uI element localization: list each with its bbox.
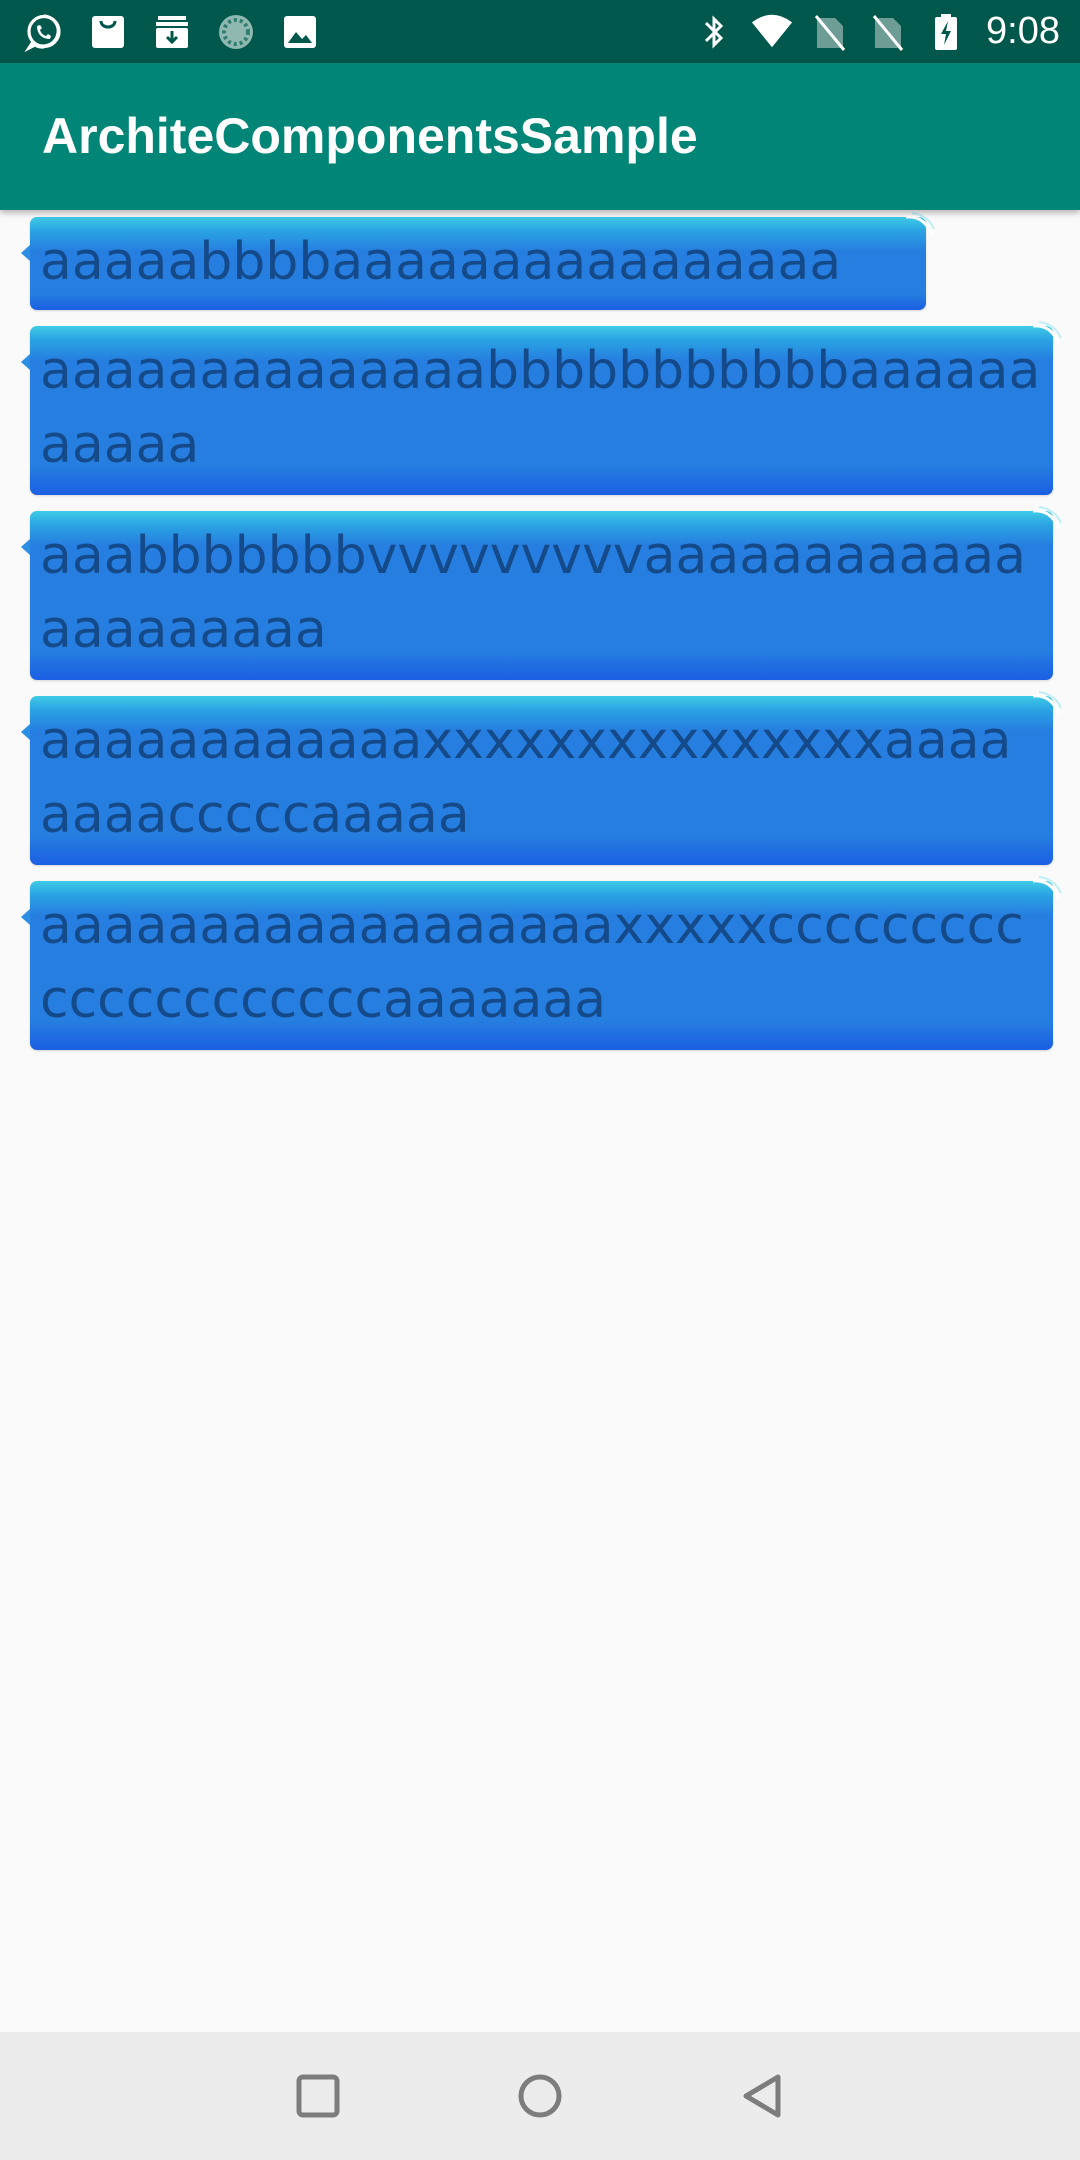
bubble-corner-curl — [1032, 321, 1062, 345]
no-sim-icon — [808, 10, 852, 54]
bluetooth-icon — [692, 10, 736, 54]
circle-icon — [518, 2074, 562, 2118]
image-icon — [278, 10, 322, 54]
message-text: aaabbbbbbbvvvvvvvvvaaaaaaaaaaaaaaaaaaaaa — [40, 526, 1026, 660]
shopping-bag-icon — [86, 10, 130, 54]
message-list[interactable]: aaaaabbbbaaaaaaaaaaaaaaaa aaaaaaaaaaaaaa… — [0, 210, 1080, 2032]
status-bar: 9:08 — [0, 0, 1080, 63]
battery-charging-icon — [924, 10, 968, 54]
message-bubble[interactable]: aaaaaaaaaaaaxxxxxxxxxxxxxxxaaaaaaaaccccc… — [21, 691, 1062, 865]
bubble-tail — [21, 909, 30, 925]
system-status-icons: 9:08 — [692, 0, 1060, 63]
bubble-corner-curl — [1032, 876, 1062, 900]
message-bubble[interactable]: aaabbbbbbbvvvvvvvvvaaaaaaaaaaaaaaaaaaaaa — [21, 506, 1062, 680]
whatsapp-icon — [22, 10, 66, 54]
message-text: aaaaaaaaaaaaaabbbbbbbbbbbaaaaaaaaaaa — [40, 341, 1041, 475]
message-text: aaaaaaaaaaaaaaaaaaxxxxxccccccccccccccccc… — [40, 896, 1024, 1030]
bubble-tail — [21, 245, 30, 261]
notification-icons — [22, 0, 322, 63]
bubble-tail — [21, 539, 30, 555]
home-button[interactable] — [510, 2066, 570, 2126]
message-bubble[interactable]: aaaaaaaaaaaaaaaaaaxxxxxccccccccccccccccc… — [21, 876, 1062, 1050]
bubble-corner-curl — [905, 212, 935, 236]
message-bubble[interactable]: aaaaabbbbaaaaaaaaaaaaaaaa — [21, 212, 935, 310]
loading-circle-icon — [214, 10, 258, 54]
bubble-tail — [21, 354, 30, 370]
square-icon — [296, 2074, 340, 2118]
navigation-bar — [0, 2032, 1080, 2160]
back-button[interactable] — [732, 2066, 792, 2126]
app-bar: ArchiteComponentsSample — [0, 63, 1080, 210]
recents-button[interactable] — [288, 2066, 348, 2126]
clock: 9:08 — [986, 10, 1060, 52]
wifi-icon — [750, 10, 794, 54]
bubble-corner-curl — [1032, 506, 1062, 530]
bubble-corner-curl — [1032, 691, 1062, 715]
page-title: ArchiteComponentsSample — [42, 108, 698, 164]
message-bubble[interactable]: aaaaaaaaaaaaaabbbbbbbbbbbaaaaaaaaaaa — [21, 321, 1062, 495]
triangle-back-icon — [743, 2074, 781, 2118]
message-text: aaaaabbbbaaaaaaaaaaaaaaaa — [40, 232, 842, 292]
bubble-tail — [21, 724, 30, 740]
archive-download-icon — [150, 10, 194, 54]
message-text: aaaaaaaaaaaaxxxxxxxxxxxxxxxaaaaaaaaccccc… — [40, 711, 1012, 845]
no-sim-icon — [866, 10, 910, 54]
